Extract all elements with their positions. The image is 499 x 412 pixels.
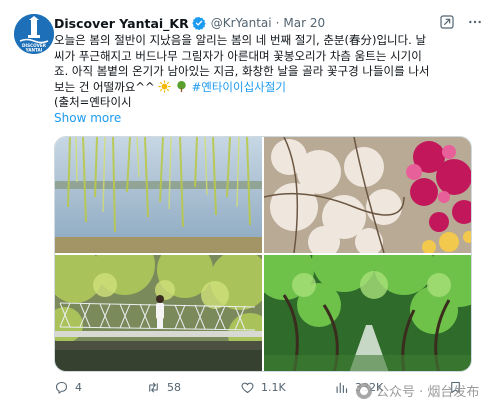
tweet-line: 보는 건 어떨까요^^ bbox=[54, 79, 155, 94]
verified-badge-icon bbox=[192, 16, 206, 30]
tweet-line: 씨가 푸근해지고 버드나무 그림자가 아른대며 꽃봉오리가 차츰 움트는 시기이 bbox=[54, 48, 422, 63]
tweet-header: Discover Yantai_KR @KrYantai · Mar 20 bbox=[54, 14, 485, 32]
photo-blossoms[interactable] bbox=[264, 137, 471, 253]
more-options-icon[interactable] bbox=[467, 14, 483, 30]
retweet-button[interactable]: 58 bbox=[146, 380, 181, 395]
tweet-line: 오늘은 봄의 절반이 지났음을 알리는 봄의 네 번째 절기, 춘분(春分)입니… bbox=[54, 33, 427, 47]
handle[interactable]: @KrYantai bbox=[211, 16, 272, 30]
blossoms-image bbox=[264, 137, 471, 253]
photo-bridge[interactable] bbox=[55, 255, 262, 371]
retweet-icon bbox=[149, 382, 158, 393]
tweet-line: 죠. 아직 봄볕의 온기가 남아있는 지금, 화창한 날을 골라 꽃구경 나들이… bbox=[54, 64, 430, 78]
photo-willow-lake[interactable] bbox=[55, 137, 262, 253]
timestamp[interactable]: Mar 20 bbox=[283, 16, 325, 30]
media-grid bbox=[54, 136, 472, 372]
svg-text:YANTAI: YANTAI bbox=[25, 48, 43, 53]
willow-lake-image bbox=[55, 137, 262, 253]
photo-tree-avenue[interactable] bbox=[264, 255, 471, 371]
bridge-image bbox=[55, 255, 262, 371]
header-actions bbox=[439, 14, 483, 30]
hashtag-link[interactable]: #옌타이이십사절기 bbox=[192, 80, 286, 94]
like-count: 1.1K bbox=[261, 381, 286, 394]
reply-icon bbox=[55, 381, 68, 394]
grok-icon[interactable] bbox=[439, 14, 455, 30]
watermark: 公众号 · 烟台发布 bbox=[356, 381, 479, 400]
reply-button[interactable]: 4 bbox=[54, 380, 82, 395]
reply-count: 4 bbox=[75, 381, 82, 394]
heart-icon bbox=[241, 382, 254, 394]
tweet-line-with-hashtag: 보는 건 어떨까요^^ #옌타이이십사절기 bbox=[54, 80, 486, 96]
tree-avenue-image bbox=[264, 255, 471, 371]
avatar[interactable]: DISCOVER YANTAI bbox=[14, 14, 54, 54]
source-line: (출처=옌타이시 bbox=[54, 95, 132, 109]
watermark-text: 公众号 · 烟台发布 bbox=[376, 385, 480, 400]
yantai-logo-icon: DISCOVER YANTAI bbox=[14, 14, 54, 54]
views-chart-icon bbox=[336, 382, 348, 394]
display-name[interactable]: Discover Yantai_KR bbox=[54, 16, 189, 31]
retweet-count: 58 bbox=[167, 381, 181, 394]
tree-emoji-icon bbox=[177, 80, 186, 92]
like-button[interactable]: 1.1K bbox=[240, 380, 286, 395]
show-more-link[interactable]: Show more bbox=[54, 111, 121, 125]
tweet-text: 오늘은 봄의 절반이 지났음을 알리는 봄의 네 번째 절기, 춘분(春分)입니… bbox=[54, 33, 486, 111]
separator-dot: · bbox=[275, 16, 280, 30]
wechat-badge-icon bbox=[356, 382, 372, 399]
sun-emoji-icon bbox=[158, 79, 171, 93]
